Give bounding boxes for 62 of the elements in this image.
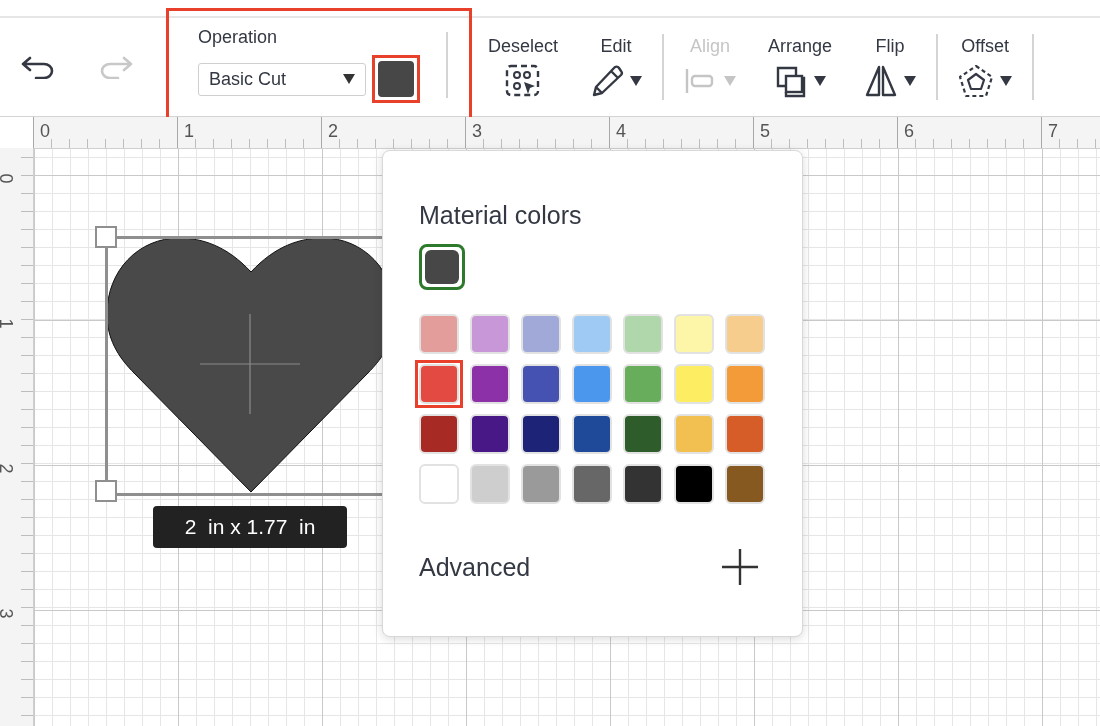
tool-button[interactable]: Offset — [942, 35, 1029, 99]
color-swatch[interactable] — [674, 414, 714, 454]
color-swatch[interactable] — [674, 464, 714, 504]
ruler-number: 7 — [1048, 121, 1058, 142]
color-swatch[interactable] — [572, 464, 612, 504]
tool-button[interactable]: Flip — [848, 35, 933, 99]
tool-button[interactable]: Edit — [574, 35, 659, 99]
undo-icon — [20, 55, 56, 79]
ruler-number: 1 — [0, 318, 16, 329]
color-swatch[interactable] — [725, 414, 765, 454]
ruler-number: 6 — [904, 121, 914, 142]
caret-icon — [343, 74, 355, 84]
color-swatch[interactable] — [419, 464, 459, 504]
tool-button[interactable]: Arrange — [752, 35, 849, 99]
redo-icon — [98, 55, 134, 79]
popup-title: Material colors — [419, 201, 583, 230]
operation-dropdown[interactable]: Basic Cut — [198, 62, 366, 96]
deselect-icon — [505, 63, 541, 98]
operation-label: Operation — [198, 27, 279, 48]
dimensions-label: 2 in x 1.77 in — [153, 506, 347, 548]
color-swatch[interactable] — [521, 364, 561, 404]
color-swatch[interactable] — [725, 464, 765, 504]
advanced-label: Advanced — [419, 552, 531, 582]
color-swatch[interactable] — [674, 314, 714, 354]
resize-handle[interactable] — [95, 480, 117, 502]
resize-handle[interactable] — [95, 226, 117, 248]
plus-icon[interactable] — [721, 548, 759, 586]
ruler-number: 0 — [0, 173, 16, 184]
color-swatch[interactable] — [725, 364, 765, 404]
color-swatch[interactable] — [623, 314, 663, 354]
current-color-swatch[interactable] — [425, 250, 459, 284]
color-swatch[interactable] — [623, 364, 663, 404]
ruler-number: 2 — [0, 463, 16, 474]
color-swatch[interactable] — [674, 364, 714, 404]
color-swatch[interactable] — [623, 464, 663, 504]
color-swatch[interactable] — [419, 414, 459, 454]
color-swatch-button[interactable] — [378, 61, 414, 97]
color-swatch[interactable] — [470, 464, 510, 504]
ruler-number: 3 — [0, 608, 16, 619]
color-swatch[interactable] — [470, 414, 510, 454]
ruler-number: 0 — [40, 121, 50, 142]
color-swatch[interactable] — [521, 414, 561, 454]
ruler-number: 4 — [616, 121, 626, 142]
color-swatch[interactable] — [470, 314, 510, 354]
offset-icon — [958, 63, 995, 98]
color-swatch[interactable] — [470, 364, 510, 404]
color-swatch[interactable] — [572, 414, 612, 454]
color-swatch[interactable] — [725, 314, 765, 354]
color-swatch[interactable] — [419, 314, 459, 354]
tool-button[interactable]: Deselect — [472, 35, 575, 99]
ruler-number: 2 — [328, 121, 338, 142]
pencil-icon — [590, 63, 625, 98]
flip-icon — [864, 63, 899, 98]
ruler-number: 3 — [472, 121, 482, 142]
ruler-number: 5 — [760, 121, 770, 142]
color-swatch[interactable] — [521, 464, 561, 504]
color-swatch[interactable] — [572, 314, 612, 354]
color-swatch[interactable] — [572, 364, 612, 404]
color-swatch[interactable] — [623, 414, 663, 454]
color-swatch[interactable] — [521, 314, 561, 354]
ruler-number: 1 — [184, 121, 194, 142]
color-swatch[interactable] — [419, 364, 459, 404]
